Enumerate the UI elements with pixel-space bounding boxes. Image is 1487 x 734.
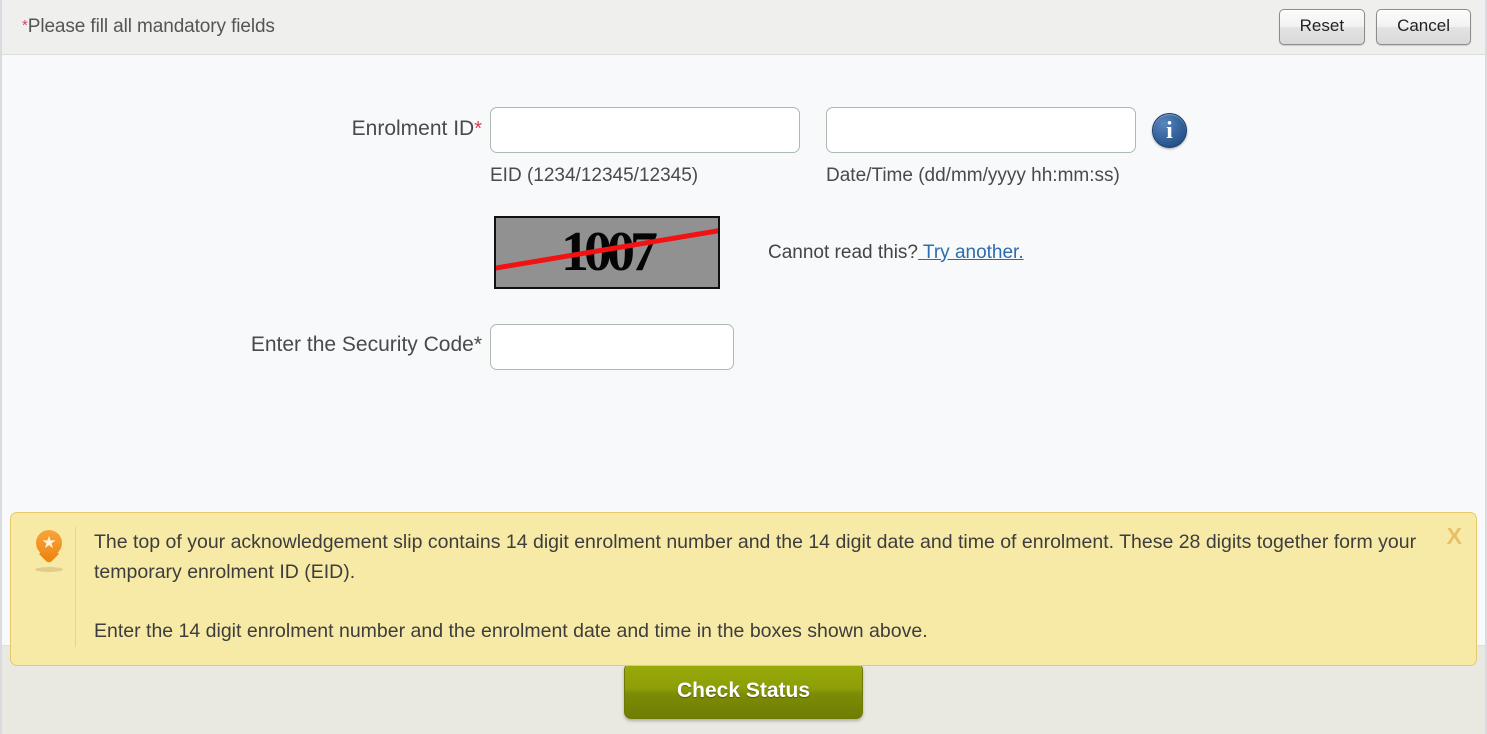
eid-hint: EID (1234/12345/12345): [490, 165, 699, 186]
info-icon[interactable]: i: [1152, 113, 1187, 148]
map-pin-shadow: [35, 567, 63, 572]
captcha-image: 1007: [494, 216, 720, 289]
try-another-link[interactable]: Try another.: [918, 242, 1024, 263]
captcha-row: 1007 Cannot read this? Try another.: [2, 216, 1485, 289]
mandatory-fields-text: Please fill all mandatory fields: [27, 16, 275, 37]
close-icon[interactable]: X: [1447, 525, 1462, 548]
security-code-label-text: Enter the Security Code: [250, 333, 474, 356]
mandatory-fields-note: *Please fill all mandatory fields: [22, 16, 275, 38]
security-code-input[interactable]: [490, 324, 734, 370]
captcha-code-text: 1007: [561, 221, 658, 283]
enrolment-id-label: Enrolment ID*: [2, 107, 482, 141]
reset-button[interactable]: Reset: [1278, 9, 1366, 45]
notice-text-block: The top of your acknowledgement slip con…: [76, 527, 1460, 647]
notice-paragraph-2: Enter the 14 digit enrolment number and …: [94, 620, 928, 643]
captcha-help: Cannot read this? Try another.: [768, 242, 1024, 264]
enrolment-status-page: *Please fill all mandatory fields Reset …: [0, 0, 1487, 734]
enrolment-id-row: Enrolment ID* EID (1234/12345/12345) Dat…: [2, 107, 1485, 187]
notice-icon-column: ★: [23, 527, 76, 647]
enrolment-id-required-asterisk: *: [474, 118, 482, 140]
security-code-row: Enter the Security Code*: [2, 324, 1485, 370]
form-body: Enrolment ID* EID (1234/12345/12345) Dat…: [2, 55, 1485, 666]
security-code-fields: [482, 324, 734, 370]
cannot-read-text: Cannot read this?: [768, 241, 918, 263]
eid-input[interactable]: [490, 107, 800, 153]
header-bar: *Please fill all mandatory fields Reset …: [2, 0, 1485, 55]
cancel-button[interactable]: Cancel: [1376, 9, 1471, 45]
eid-field-group: EID (1234/12345/12345): [490, 107, 800, 187]
security-code-label: Enter the Security Code*: [2, 324, 482, 357]
datetime-input[interactable]: [826, 107, 1136, 153]
security-code-required-asterisk: *: [473, 333, 482, 356]
map-pin-icon: ★: [34, 530, 64, 574]
star-icon: ★: [41, 533, 57, 552]
datetime-hint: Date/Time (dd/mm/yyyy hh:mm:ss): [826, 165, 1120, 186]
enrolment-id-label-text: Enrolment ID: [351, 117, 475, 140]
form-rows: Enrolment ID* EID (1234/12345/12345) Dat…: [2, 55, 1485, 370]
datetime-field-group: Date/Time (dd/mm/yyyy hh:mm:ss): [826, 107, 1136, 187]
notice-paragraph-1: The top of your acknowledgement slip con…: [94, 531, 1417, 584]
check-status-button[interactable]: Check Status: [623, 663, 864, 719]
info-notice-panel: ★ The top of your acknowledgement slip c…: [10, 512, 1477, 666]
header-button-group: Reset Cancel: [1278, 9, 1471, 45]
enrolment-id-fields: EID (1234/12345/12345) Date/Time (dd/mm/…: [482, 107, 1187, 187]
